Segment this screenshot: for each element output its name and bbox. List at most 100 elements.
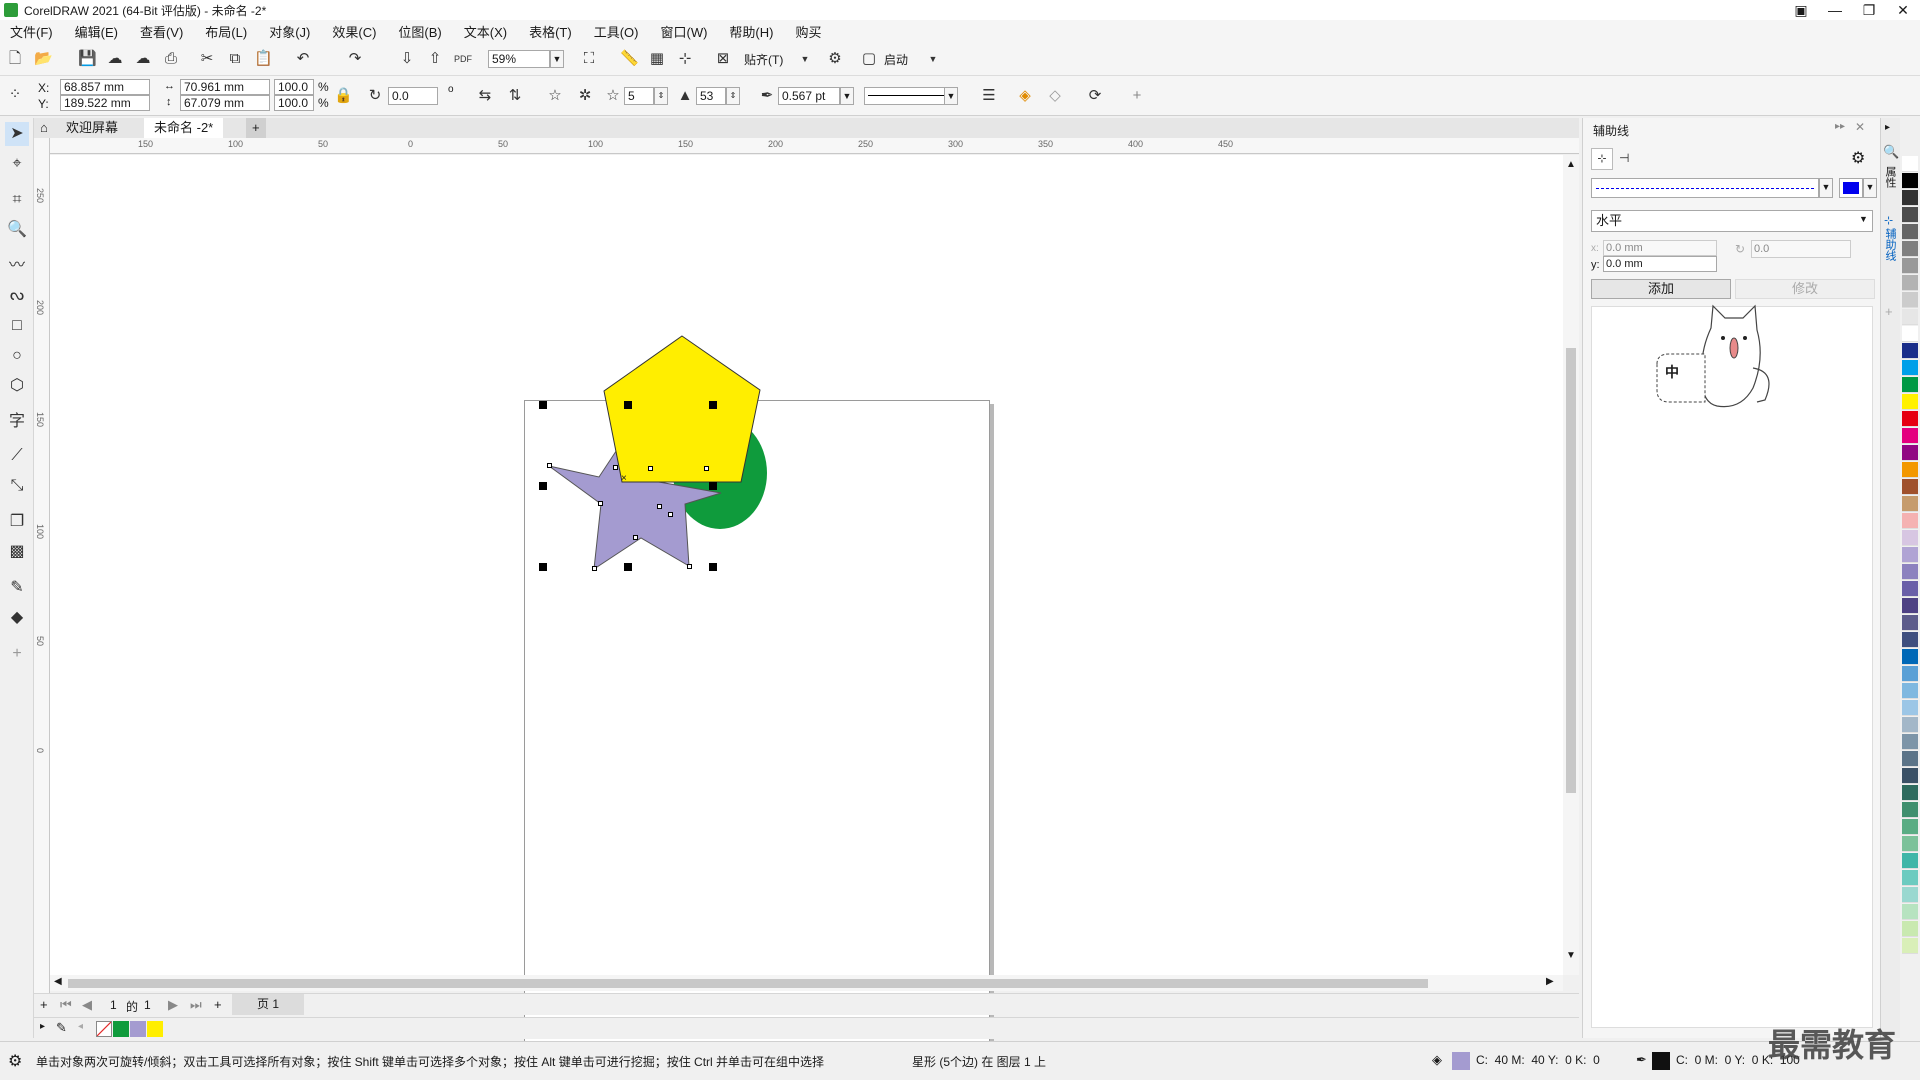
rotation-field[interactable]: 0.0 [388,87,438,105]
y-position-field[interactable]: 189.522 mm [60,95,150,111]
palette-swatch[interactable] [1902,513,1918,529]
options-gear-icon[interactable]: ⚙ [826,50,844,68]
palette-swatch[interactable] [1902,598,1918,614]
new-tab-icon[interactable]: + [246,118,266,138]
guide-y-field[interactable]: 0.0 mm [1603,256,1717,272]
horizontal-scroll-thumb[interactable] [68,979,1428,988]
palette-swatch[interactable] [1902,411,1918,427]
pick-tool-icon[interactable]: ➤ [5,122,29,146]
palette-scroll-left-icon[interactable]: ◂ [78,1021,83,1032]
palette-swatch[interactable] [1902,156,1918,172]
palette-swatch[interactable] [1902,717,1918,733]
freehand-tool-icon[interactable]: 〰 [5,254,29,278]
menu-text[interactable]: 文本(X) [464,22,507,41]
import-icon[interactable]: ⇩ [398,50,416,68]
ellipse-tool-icon[interactable]: ○ [5,344,29,368]
palette-swatch[interactable] [1902,802,1918,818]
menu-tools[interactable]: 工具(O) [594,22,639,41]
palette-swatch[interactable] [1902,785,1918,801]
copy-icon[interactable]: ⧉ [226,50,244,68]
star-node[interactable] [613,465,618,470]
eyedropper-tool-icon[interactable]: ✎ [5,576,29,600]
home-icon[interactable]: ⌂ [34,118,54,138]
x-position-field[interactable]: 68.857 mm [60,79,150,95]
star-node[interactable] [598,501,603,506]
yellow-pentagon[interactable] [603,335,761,483]
palette-swatch[interactable] [1902,360,1918,376]
page-tab[interactable]: 页 1 [232,994,304,1015]
menu-file[interactable]: 文件(F) [10,22,53,41]
palette-swatch[interactable] [1902,462,1918,478]
launch-icon[interactable]: ▢ [860,50,878,68]
star-node[interactable] [657,504,662,509]
outline-width-dropdown-icon[interactable]: ▼ [840,87,854,105]
palette-swatch[interactable] [1902,224,1918,240]
add-guide-button[interactable]: 添加 [1591,279,1731,299]
drop-shadow-tool-icon[interactable]: ❐ [5,510,29,534]
palette-swatch[interactable] [1902,309,1918,325]
save-icon[interactable]: 💾 [78,50,97,68]
guidelines-icon[interactable]: ⊹ [676,50,694,68]
launch-chevron-icon[interactable]: ▼ [924,50,942,68]
open-folder-icon[interactable]: 📂 [34,50,53,68]
menu-layout[interactable]: 布局(L) [205,22,247,41]
palette-swatch[interactable] [1902,938,1918,954]
scroll-down-icon[interactable]: ▼ [1566,950,1576,961]
palette-swatch[interactable] [1902,887,1918,903]
width-field[interactable]: 70.961 mm [180,79,270,95]
palette-swatch[interactable] [1902,343,1918,359]
object-origin-icon[interactable]: ⁘ [6,86,24,104]
palette-swatch[interactable] [1902,377,1918,393]
tab-properties[interactable]: 属性 [1884,166,1898,188]
star-node[interactable] [687,564,692,569]
selection-handle[interactable] [624,401,632,409]
selection-handle[interactable] [624,563,632,571]
doc-swatch-purple[interactable] [130,1021,146,1037]
minimize-button[interactable]: — [1818,0,1852,20]
menu-help[interactable]: 帮助(H) [729,22,773,41]
palette-swatch[interactable] [1902,241,1918,257]
palette-swatch[interactable] [1902,751,1918,767]
zoom-level-field[interactable]: 59% [488,50,550,68]
pdf-icon[interactable]: PDF [454,50,472,68]
last-page-icon[interactable]: ⏭ [190,997,202,1013]
menu-bitmaps[interactable]: 位图(B) [398,22,441,41]
star-node[interactable] [547,463,552,468]
scale-height-field[interactable]: 100.0 [274,95,314,111]
complex-star-icon[interactable]: ✲ [576,87,594,105]
artistic-media-tool-icon[interactable]: ᔓ [5,284,29,308]
menu-window[interactable]: 窗口(W) [660,22,707,41]
selection-handle[interactable] [539,482,547,490]
sharpness-field[interactable]: 53 [696,87,726,105]
palette-swatch[interactable] [1902,853,1918,869]
rulers-icon[interactable]: 📏 [620,50,639,68]
palette-swatch[interactable] [1902,275,1918,291]
palette-swatch[interactable] [1902,173,1918,189]
palette-swatch[interactable] [1902,870,1918,886]
launch-dropdown[interactable]: 启动 [884,51,908,68]
outline-width-field[interactable]: 0.567 pt [778,87,840,105]
palette-swatch[interactable] [1902,326,1918,342]
palette-swatch[interactable] [1902,428,1918,444]
star-node[interactable] [668,512,673,517]
grid-icon[interactable]: ▦ [648,50,666,68]
star-points-field[interactable]: 5 [624,87,654,105]
palette-swatch[interactable] [1902,292,1918,308]
line-style-dropdown-icon[interactable]: ▼ [944,87,958,105]
text-tool-icon[interactable]: 字 [5,410,29,434]
selection-handle[interactable] [709,563,717,571]
menu-effects[interactable]: 效果(C) [332,22,376,41]
guide-color-dropdown-icon[interactable]: ▼ [1863,178,1877,198]
add-page-before-icon[interactable]: + [40,997,48,1012]
snap-chevron-icon[interactable]: ▼ [796,50,814,68]
new-document-icon[interactable]: 🗋 [6,50,24,68]
maximize-button[interactable]: ❐ [1852,0,1886,20]
selection-handle[interactable] [539,563,547,571]
restore-doc-icon[interactable]: ▣ [1784,0,1818,20]
guide-x-field[interactable]: 0.0 mm [1603,240,1717,256]
palette-swatch[interactable] [1902,564,1918,580]
close-button[interactable]: ✕ [1886,0,1920,20]
palette-swatch[interactable] [1902,666,1918,682]
print-icon[interactable]: ⎙ [162,50,180,68]
palette-swatch[interactable] [1902,190,1918,206]
